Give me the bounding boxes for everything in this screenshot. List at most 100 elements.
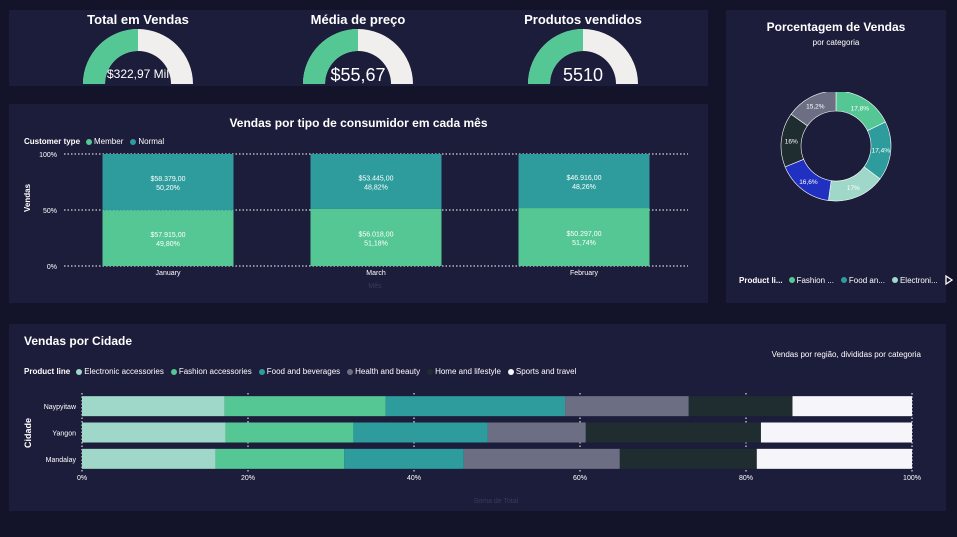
city-legend-label: Fashion accessories — [178, 367, 252, 376]
monthly-label-member-value: $57.915,00 — [150, 232, 185, 239]
monthly-label-member-value: $56.018,00 — [358, 231, 393, 238]
city-bar-segment[interactable] — [565, 396, 689, 417]
donut-slice-label: 16,6% — [799, 179, 818, 186]
city-bar-segment[interactable] — [224, 396, 386, 417]
city-legend-label: Electronic accessories — [84, 367, 164, 376]
donut-title: Porcentagem de Vendas — [766, 20, 906, 34]
kpi-value-produtos: 5510 — [563, 65, 603, 85]
city-bar-segment[interactable] — [756, 448, 912, 469]
monthly-ytick-label: 0% — [47, 264, 57, 271]
city-bar-segment[interactable] — [760, 422, 912, 443]
city-chart-subtitle: Vendas por região, divididas por categor… — [771, 350, 921, 359]
city-category-label: Mandalay — [46, 457, 77, 464]
city-legend-swatch — [427, 368, 434, 375]
city-legend-swatch — [347, 368, 354, 375]
donut-legend-electronic[interactable]: Electroni... — [891, 275, 938, 285]
donut-subtitle: por categoria — [812, 38, 860, 47]
city-legend-swatch — [258, 368, 265, 375]
gauge-media: $55,67 — [303, 29, 413, 85]
donut-legend-food-label: Food an... — [848, 275, 885, 285]
kpi-title-produtos: Produtos vendidos — [524, 12, 642, 27]
city-legend-item[interactable]: Sports and travel — [507, 367, 577, 376]
city-bar-segment[interactable] — [225, 422, 354, 443]
city-legend-item[interactable]: Health and beauty — [347, 367, 420, 376]
city-bar-segment[interactable] — [385, 396, 566, 417]
kpi-title-total: Total em Vendas — [87, 12, 189, 27]
product-line-legend[interactable]: Product line Electronic accessories Fashi… — [24, 367, 580, 376]
kpi-value-media: $55,67 — [330, 65, 385, 85]
city-legend-item[interactable]: Electronic accessories — [76, 367, 164, 376]
monthly-label-normal-pct: 50,20% — [156, 185, 180, 192]
city-bar-segment[interactable] — [688, 396, 793, 417]
city-bar-segment[interactable] — [792, 396, 912, 417]
city-bar-segment[interactable] — [487, 422, 586, 443]
city-legend-label: Home and lifestyle — [435, 367, 501, 376]
donut-slice-label: 17% — [847, 185, 860, 192]
legend-member[interactable]: Member — [86, 137, 123, 146]
donut-legend-electronic-label: Electroni... — [899, 275, 938, 285]
city-category-label: Naypyitaw — [44, 404, 77, 411]
kpi-value-total: $322,97 Mil — [107, 67, 169, 81]
legend-title: Customer type — [24, 137, 81, 146]
monthly-label-normal-pct: 48,26% — [572, 184, 596, 191]
monthly-xlabel: Mês — [368, 283, 382, 290]
city-legend-item[interactable]: Fashion accessories — [170, 367, 252, 376]
donut-legend-fashion[interactable]: Fashion ... — [788, 275, 834, 285]
donut-chart[interactable]: 17,8% 17,4% 17% 16,6% 16% 15,2% — [726, 92, 946, 222]
legend-normal-swatch — [130, 138, 137, 145]
city-bar-segment[interactable] — [344, 448, 464, 469]
monthly-xtick-label: February — [570, 270, 599, 277]
donut-slice-label: 16% — [785, 138, 798, 145]
city-legend-item[interactable]: Home and lifestyle — [427, 367, 501, 376]
monthly-xtick-label: March — [366, 270, 386, 277]
city-xtick-label: 100% — [903, 475, 921, 482]
monthly-label-member-value: $50.297,00 — [566, 231, 601, 238]
city-legend-label: Food and beverages — [266, 367, 341, 376]
city-bar-segment[interactable] — [463, 448, 620, 469]
donut-legend-electronic-swatch — [891, 277, 898, 283]
legend-member-swatch — [86, 138, 93, 145]
donut-legend-food[interactable]: Food an... — [840, 275, 885, 285]
city-bar-segment[interactable] — [82, 448, 216, 469]
city-bar-segment[interactable] — [82, 396, 225, 417]
city-xtick-label: 20% — [241, 475, 255, 482]
monthly-label-normal-value: $46.916,00 — [566, 175, 601, 182]
city-chart[interactable]: Cidade Soma de Total 0% 20% 40% 60% 80% 100% N… — [9, 385, 946, 511]
gauge-produtos: 5510 — [528, 29, 638, 85]
city-bar-segment[interactable] — [619, 448, 757, 469]
monthly-ylabel: Vendas — [23, 183, 32, 212]
city-xtick-label: 80% — [739, 475, 753, 482]
donut-legend-fashion-label: Fashion ... — [796, 275, 834, 285]
monthly-ytick-label: 50% — [43, 208, 57, 215]
donut-slice-label: 17,8% — [851, 105, 870, 112]
donut-legend-food-swatch — [840, 277, 847, 283]
monthly-ytick-label: 100% — [39, 152, 57, 159]
city-bar-segment[interactable] — [82, 422, 226, 443]
legend-normal-label: Normal — [138, 137, 165, 146]
donut-slice-label: 15,2% — [806, 104, 825, 111]
monthly-chart[interactable]: Vendas Mês 100% 50% 0% $58.379,00 50,20% $57.… — [9, 148, 708, 298]
city-xtick-label: 0% — [77, 475, 87, 482]
monthly-label-normal-value: $53.445,00 — [358, 175, 393, 182]
city-legend-item[interactable]: Food and beverages — [258, 367, 341, 376]
city-bar-segment[interactable] — [215, 448, 345, 469]
city-category-label: Yangon — [52, 431, 76, 438]
monthly-label-member-pct: 51,18% — [364, 240, 388, 247]
city-bar-segment[interactable] — [585, 422, 761, 443]
legend-next-icon[interactable] — [945, 275, 953, 285]
donut-legend-title: Product li... — [739, 275, 783, 285]
gauge-total: $322,97 Mil — [83, 29, 193, 84]
city-xtick-label: 40% — [407, 475, 421, 482]
city-bar-segment[interactable] — [353, 422, 488, 443]
city-xtick-label: 60% — [573, 475, 587, 482]
customer-type-legend[interactable]: Customer type Member Normal — [24, 137, 168, 146]
city-legend-label: Health and beauty — [355, 367, 421, 376]
city-legend-swatch — [170, 368, 177, 375]
product-line-legend-small[interactable]: Product li... Fashion ... Food an... Ele… — [739, 275, 953, 285]
city-legend-label: Sports and travel — [515, 367, 577, 376]
donut-slice-label: 17,4% — [872, 148, 891, 155]
city-chart-title: Vendas por Cidade — [24, 334, 133, 348]
legend-member-label: Member — [94, 137, 124, 146]
legend-normal[interactable]: Normal — [130, 137, 164, 146]
city-legend-swatch — [76, 368, 83, 375]
